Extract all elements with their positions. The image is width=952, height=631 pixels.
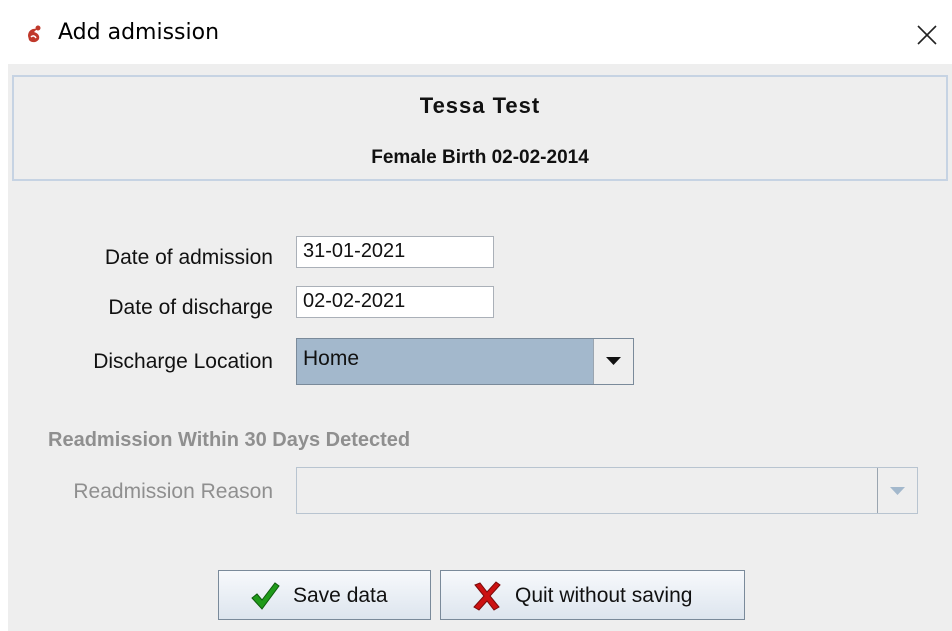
quit-button-label: Quit without saving — [515, 584, 693, 607]
discharge-location-value: Home — [297, 339, 593, 384]
save-button[interactable]: Save data — [218, 570, 431, 620]
chevron-down-icon — [890, 487, 905, 495]
close-icon[interactable] — [904, 14, 948, 54]
dropdown-button-disabled — [877, 468, 917, 513]
dialog-content: Tessa Test Female Birth 02-02-2014 Date … — [8, 64, 952, 631]
app-logo-icon — [28, 25, 41, 43]
window-title: Add admission — [58, 20, 220, 45]
discharge-date-field[interactable]: 02-02-2021 — [296, 286, 494, 318]
discharge-location-select[interactable]: Home — [296, 338, 634, 385]
checkmark-icon — [251, 582, 280, 610]
readmission-reason-select — [296, 467, 918, 514]
readmission-reason-label: Readmission Reason — [73, 480, 273, 503]
patient-name: Tessa Test — [419, 93, 541, 118]
patient-header: Tessa Test Female Birth 02-02-2014 — [12, 75, 948, 181]
discharge-date-label: Date of discharge — [108, 296, 273, 319]
patient-details: Female Birth 02-02-2014 — [371, 147, 589, 168]
save-button-label: Save data — [293, 584, 388, 607]
title-bar: Add admission — [0, 0, 952, 64]
chevron-down-icon — [606, 357, 621, 365]
admission-date-field[interactable]: 31-01-2021 — [296, 236, 494, 268]
dropdown-button[interactable] — [593, 339, 633, 384]
readmission-reason-value — [297, 468, 877, 513]
discharge-location-label: Discharge Location — [93, 350, 273, 373]
quit-button[interactable]: Quit without saving — [440, 570, 745, 620]
readmission-heading: Readmission Within 30 Days Detected — [48, 429, 411, 451]
x-mark-icon — [473, 581, 501, 611]
admission-date-label: Date of admission — [104, 246, 273, 269]
